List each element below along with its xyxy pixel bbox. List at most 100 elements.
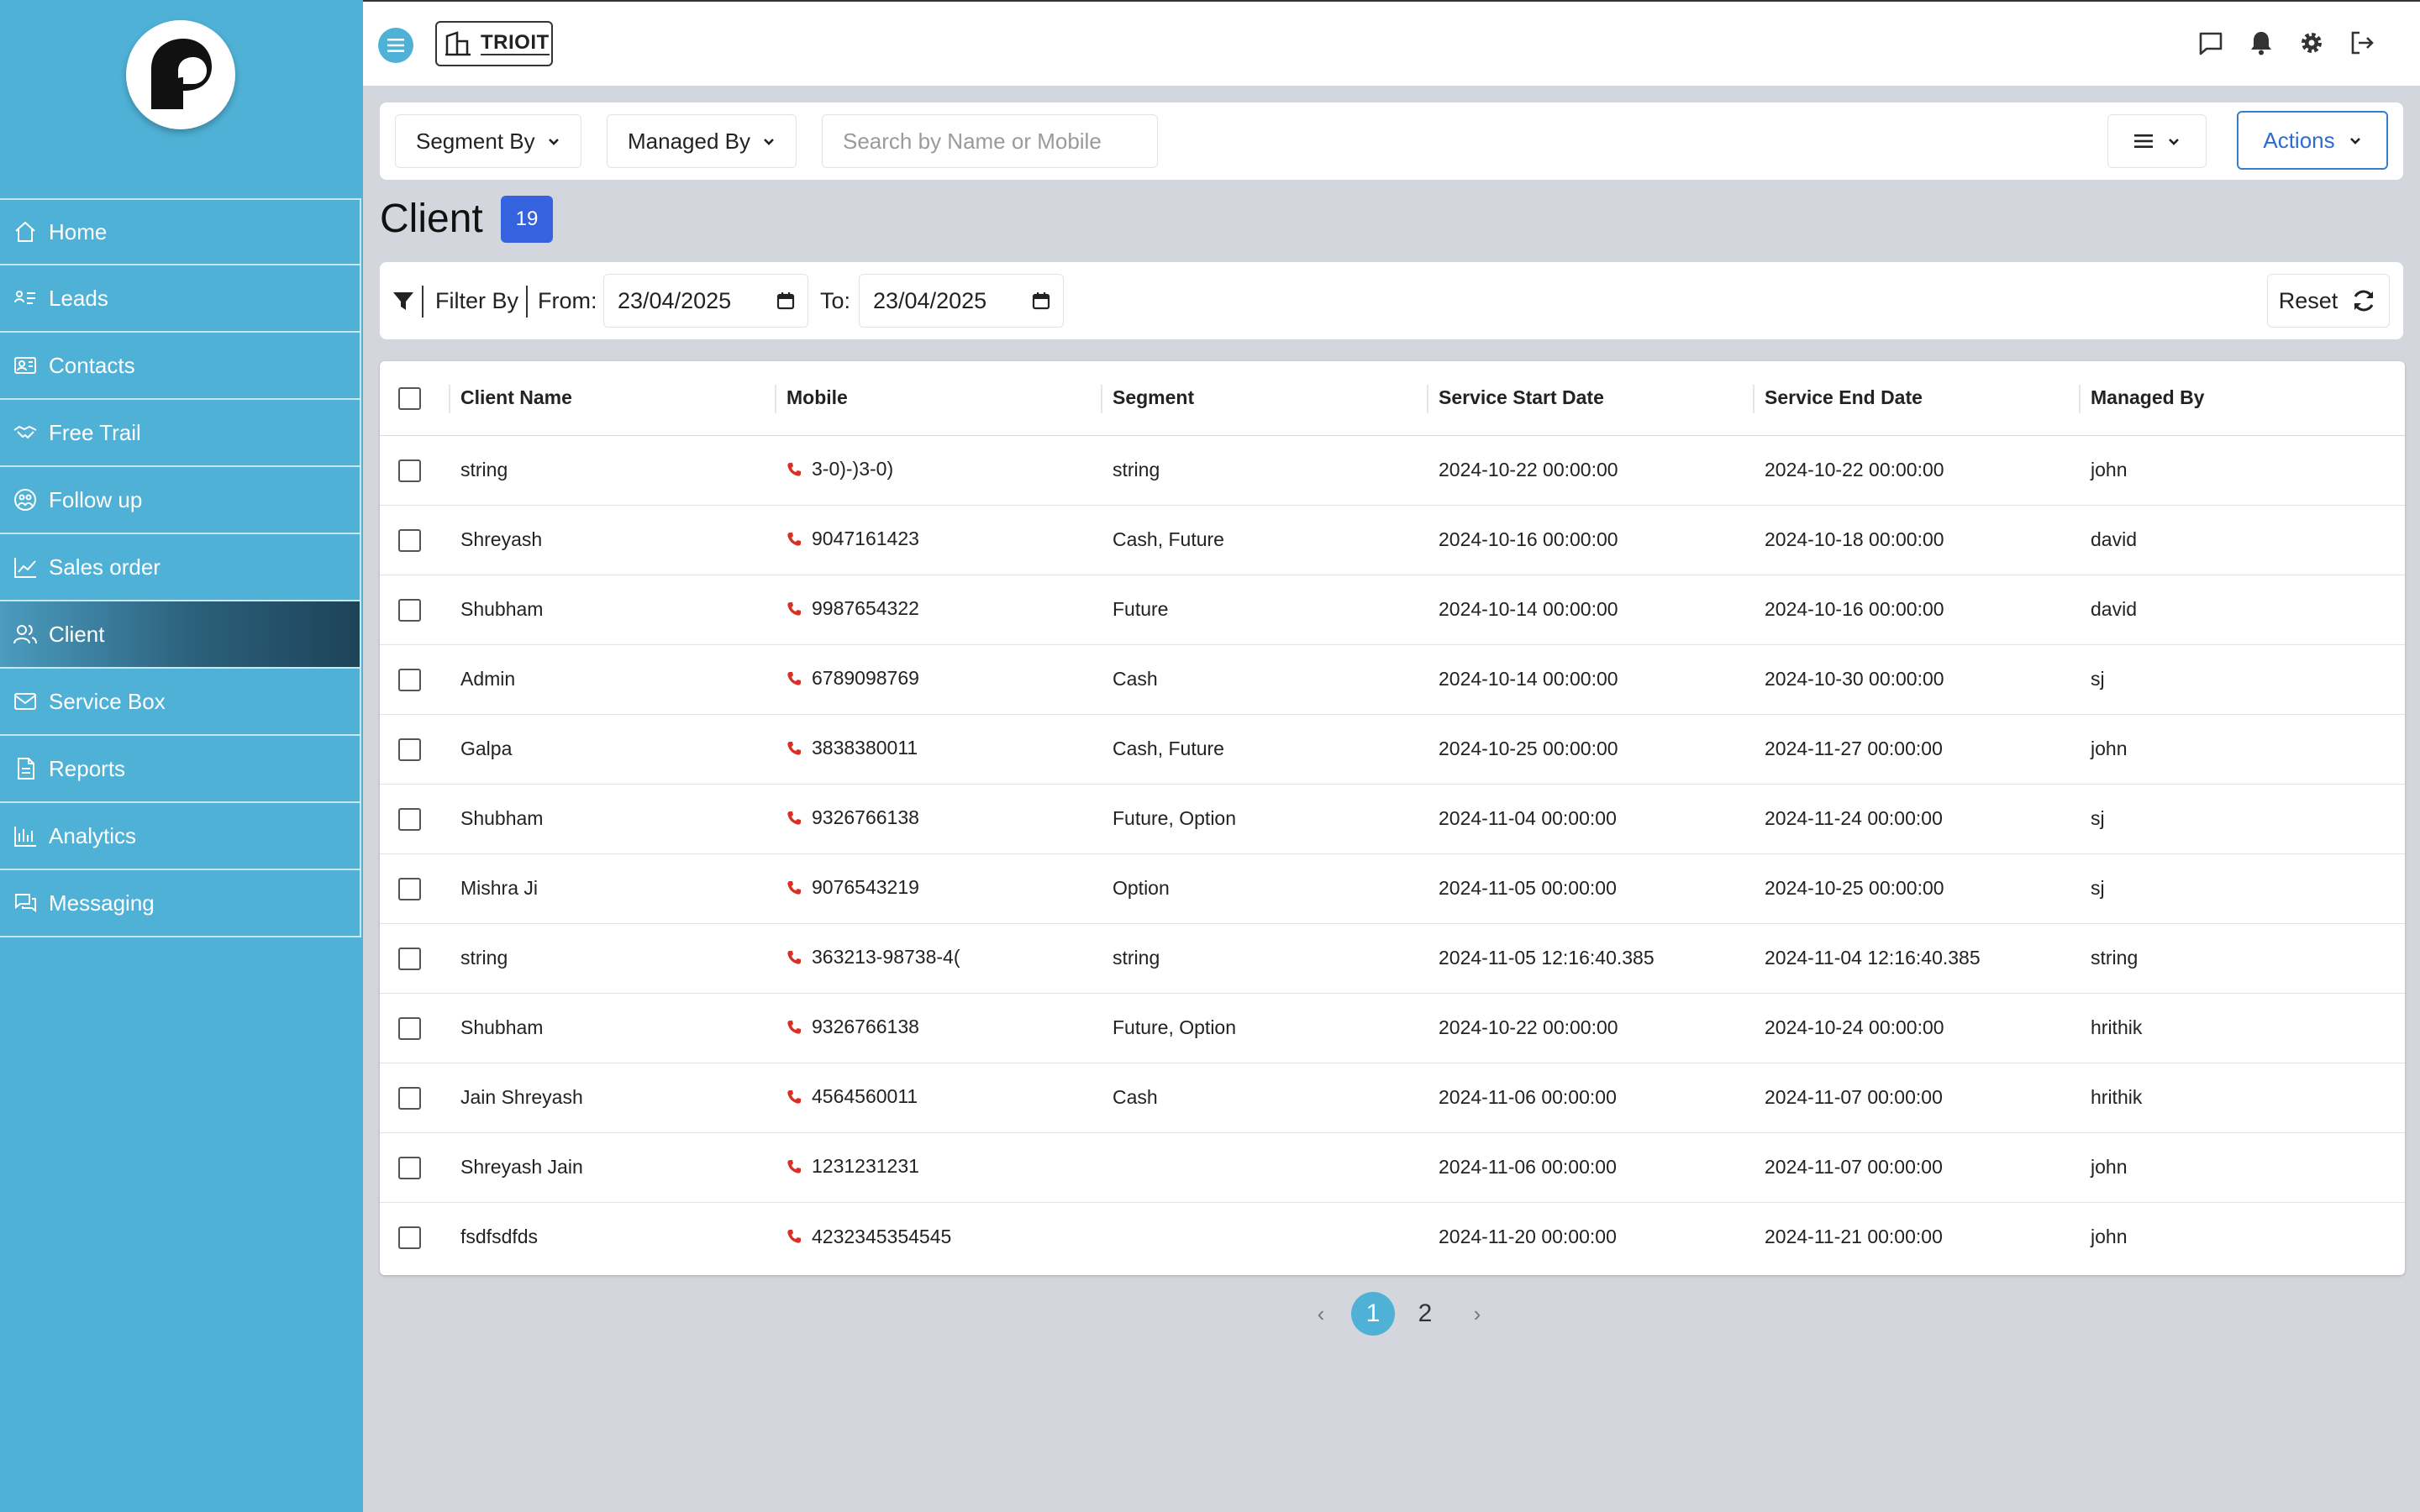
prev-page-button[interactable]: ‹ [1299, 1292, 1343, 1336]
row-checkbox[interactable] [398, 528, 421, 552]
mobile-number[interactable]: 1231231231 [786, 1155, 919, 1178]
table-cell [1101, 1202, 1427, 1272]
phone-icon [787, 1020, 801, 1034]
from-date-input[interactable]: 23/04/2025 [603, 274, 808, 328]
mobile-number[interactable]: 4564560011 [786, 1085, 918, 1108]
chevron-down-icon [2349, 138, 2360, 144]
chevron-down-icon [2169, 139, 2179, 145]
sidebar-item-service-box[interactable]: Service Box [0, 669, 361, 736]
segment-by-dropdown[interactable]: Segment By [395, 114, 581, 168]
table-cell: Jain Shreyash [449, 1063, 775, 1133]
table-row[interactable]: fsdfsdfds 4232345354545 2024-11-20 00:00:0… [380, 1202, 2405, 1272]
table-row[interactable]: Mishra Ji 9076543219 Option 2024-11-05 00:0… [380, 853, 2405, 924]
row-checkbox[interactable] [398, 1156, 421, 1179]
table-row[interactable]: Shreyash 9047161423 Cash, Future 2024-10-16… [380, 505, 2405, 575]
row-select-cell [380, 1202, 449, 1272]
sidebar: Home Leads Contacts Free Trail Follow up Sale… [0, 0, 363, 1512]
table-row[interactable]: Galpa 3838380011 Cash, Future 2024-10-25 00… [380, 714, 2405, 785]
row-checkbox[interactable] [398, 1226, 421, 1249]
table-row[interactable]: string 363213-98738-4(string 2024-11-05 12… [380, 923, 2405, 994]
row-select-cell [380, 575, 449, 645]
table-row[interactable]: Admin 6789098769 Cash 2024-10-14 00:00:00 20… [380, 644, 2405, 715]
managed-by-dropdown[interactable]: Managed By [607, 114, 797, 168]
gear-icon[interactable] [2296, 27, 2328, 59]
building-icon [445, 31, 471, 56]
sidebar-item-contacts[interactable]: Contacts [0, 333, 361, 400]
sidebar-item-home[interactable]: Home [0, 198, 361, 265]
row-checkbox[interactable] [398, 1086, 421, 1110]
column-header[interactable]: Segment [1101, 361, 1427, 436]
row-checkbox[interactable] [398, 807, 421, 831]
calendar-icon[interactable] [776, 291, 796, 311]
table-cell: 9326766138 [775, 993, 1101, 1063]
column-header[interactable]: Mobile [775, 361, 1101, 436]
column-header[interactable]: Client Name [449, 361, 775, 436]
sidebar-item-client[interactable]: Client [0, 601, 361, 669]
column-menu-button[interactable] [2107, 114, 2207, 168]
sidebar-item-sales-order[interactable]: Sales order [0, 534, 361, 601]
table-row[interactable]: Jain Shreyash 4564560011 Cash 2024-11-06 00… [380, 1063, 2405, 1133]
page-button-1[interactable]: 1 [1351, 1292, 1395, 1336]
row-checkbox[interactable] [398, 459, 421, 482]
row-checkbox[interactable] [398, 668, 421, 691]
row-checkbox[interactable] [398, 877, 421, 900]
row-checkbox[interactable] [398, 598, 421, 622]
menu-toggle-icon[interactable] [378, 28, 413, 63]
sidebar-item-follow-up[interactable]: Follow up [0, 467, 361, 534]
row-checkbox[interactable] [398, 947, 421, 970]
mobile-number[interactable]: 9987654322 [786, 597, 919, 620]
table-row[interactable]: Shubham 9326766138 Future, Option 2024-10-2… [380, 993, 2405, 1063]
mobile-number[interactable]: 9326766138 [786, 1016, 919, 1038]
table-row[interactable]: Shubham 9326766138 Future, Option 2024-11-0… [380, 784, 2405, 854]
sidebar-item-messaging[interactable]: Messaging [0, 870, 361, 937]
company-logo[interactable] [126, 20, 235, 129]
row-checkbox[interactable] [398, 1016, 421, 1040]
mobile-number[interactable]: 9326766138 [786, 806, 919, 829]
to-date-input[interactable]: 23/04/2025 [859, 274, 1064, 328]
table-cell: 2024-10-22 00:00:00 [1753, 435, 2079, 506]
contacts-icon [12, 352, 39, 379]
reset-button[interactable]: Reset [2267, 274, 2390, 328]
sidebar-item-leads[interactable]: Leads [0, 265, 361, 333]
mobile-number[interactable]: 6789098769 [786, 667, 919, 690]
brand-logo[interactable]: TRIOIT [435, 21, 553, 66]
mobile-number[interactable]: 9047161423 [786, 528, 919, 550]
search-input[interactable] [822, 114, 1158, 168]
table-row[interactable]: Shreyash Jain 1231231231 2024-11-06 00:00:… [380, 1132, 2405, 1203]
mobile-number[interactable]: 3838380011 [786, 737, 918, 759]
table-row[interactable]: Shubham 9987654322 Future 2024-10-14 00:00:… [380, 575, 2405, 645]
sidebar-item-analytics[interactable]: Analytics [0, 803, 361, 870]
actions-button[interactable]: Actions [2237, 111, 2388, 170]
mobile-number[interactable]: 4232345354545 [786, 1226, 951, 1248]
table-cell: Cash [1101, 644, 1427, 715]
sidebar-nav: Home Leads Contacts Free Trail Follow up Sale… [0, 198, 361, 937]
calendar-icon[interactable] [1031, 291, 1051, 311]
sidebar-item-label: Home [49, 218, 108, 244]
column-header[interactable]: Managed By [2079, 361, 2405, 436]
table-cell: john [2091, 1226, 2128, 1248]
bell-icon[interactable] [2245, 27, 2277, 59]
mobile-number[interactable]: 363213-98738-4( [786, 946, 960, 969]
row-select-cell [380, 714, 449, 785]
mobile-number[interactable]: 3-0)-)3-0) [786, 458, 893, 480]
table-cell: john [2079, 714, 2405, 785]
sidebar-item-reports[interactable]: Reports [0, 736, 361, 803]
table-cell: Galpa [449, 714, 775, 785]
chat-icon[interactable] [2195, 27, 2227, 59]
sidebar-item-free-trail[interactable]: Free Trail [0, 400, 361, 467]
row-checkbox[interactable] [398, 738, 421, 761]
logout-icon[interactable] [2346, 27, 2378, 59]
column-header[interactable]: Service End Date [1753, 361, 2079, 436]
table-cell: 2024-10-14 00:00:00 [1427, 575, 1753, 645]
next-page-button[interactable]: › [1455, 1292, 1499, 1336]
filter-icon[interactable] [392, 262, 415, 339]
from-date-value: 23/04/2025 [618, 287, 732, 313]
select-all-checkbox[interactable] [398, 386, 421, 410]
table-cell: string [449, 923, 775, 994]
home-icon [12, 218, 39, 245]
page-button-2[interactable]: 2 [1403, 1292, 1447, 1336]
column-header[interactable]: Service Start Date [1427, 361, 1753, 436]
mobile-number[interactable]: 9076543219 [786, 876, 919, 899]
table-row[interactable]: string 3-0)-)3-0) string 2024-10-22 00:00:0… [380, 435, 2405, 506]
table-cell: Shubham [449, 575, 775, 645]
